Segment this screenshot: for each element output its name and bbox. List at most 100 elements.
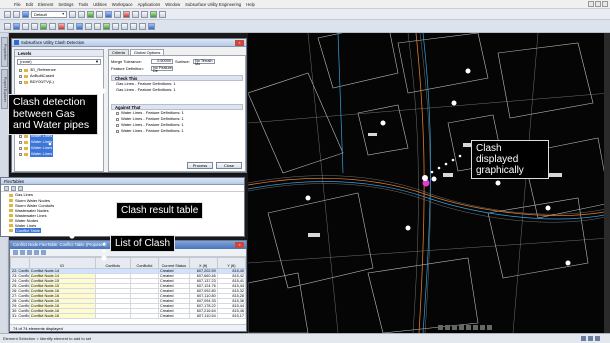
terrain-icon[interactable] [76, 22, 83, 30]
menu-file[interactable]: File [14, 2, 21, 7]
col-header[interactable]: X (ft) [188, 257, 218, 269]
menu-help[interactable]: Help [246, 2, 255, 7]
menu-settings[interactable]: Settings [58, 2, 73, 7]
delete-icon[interactable] [18, 185, 23, 191]
row-number-cell[interactable]: 28: Conflict [10, 298, 30, 304]
color-icon[interactable] [105, 10, 112, 18]
row-number-cell[interactable]: 30: Conflict [10, 308, 30, 314]
arc-icon[interactable] [22, 22, 29, 30]
line-icon[interactable] [13, 22, 20, 30]
filter-icon[interactable] [20, 250, 25, 255]
merge-tolerance-input[interactable]: 0.50000 [151, 59, 173, 64]
view-3d-icon[interactable] [148, 22, 155, 30]
fence-icon[interactable] [132, 10, 139, 18]
col-header[interactable]: Current Status [158, 257, 190, 269]
checkbox[interactable] [116, 111, 119, 115]
y-cell[interactable]: 815,17 [216, 313, 247, 319]
rotate-icon[interactable] [139, 22, 146, 30]
close-icon[interactable] [602, 1, 608, 7]
model-dropdown[interactable]: Default ▼ [31, 10, 67, 18]
lock-icon[interactable] [581, 336, 586, 341]
col-header[interactable]: Y (ft) [216, 257, 247, 269]
maximize-icon[interactable] [595, 1, 601, 7]
col-header[interactable]: Conflicts [94, 257, 131, 269]
text-icon[interactable] [31, 22, 38, 30]
zoom-in-icon[interactable] [112, 22, 119, 30]
menu-applications[interactable]: Applications [138, 2, 161, 7]
clash-icon[interactable] [58, 22, 65, 30]
level-icon[interactable] [87, 10, 94, 18]
close-icon[interactable]: × [235, 40, 244, 46]
menu-element[interactable]: Element [38, 2, 53, 7]
measure-icon[interactable] [159, 10, 166, 18]
redo-icon[interactable] [78, 10, 85, 18]
checkbox[interactable] [116, 129, 119, 133]
flextable-icon[interactable] [85, 22, 92, 30]
undo-icon[interactable] [69, 10, 76, 18]
surface-select[interactable]: No Terrain Mo [193, 59, 215, 66]
profile-icon[interactable] [67, 22, 74, 30]
tree-item[interactable]: Water Lines [15, 151, 103, 157]
snap-icon[interactable] [141, 10, 148, 18]
menu-tools[interactable]: Tools [78, 2, 88, 7]
close-icon[interactable]: × [235, 242, 244, 248]
flextable-item[interactable]: Conflict Table [1, 228, 244, 233]
minimize-icon[interactable] [588, 1, 594, 7]
message-icon[interactable] [595, 336, 600, 341]
cad-viewport[interactable] [248, 33, 610, 333]
report-icon[interactable] [94, 22, 101, 30]
export-icon[interactable] [34, 250, 39, 255]
dialog-titlebar[interactable]: Subsurface Utility Clash Detection × [12, 39, 246, 47]
pipe-icon[interactable] [40, 22, 47, 30]
menu-sue[interactable]: Subsurface Utility Engineering [185, 2, 241, 7]
flextables-title[interactable]: FlexTables [1, 178, 244, 185]
col-header[interactable]: ConflictId [129, 257, 160, 269]
open-icon[interactable] [11, 185, 16, 191]
col-header[interactable] [10, 257, 30, 269]
row-number-cell[interactable]: 25: Conflict [10, 283, 30, 289]
against-that-item[interactable]: Water Lines - Feature Definitions: 1 [111, 128, 243, 134]
model-icon[interactable] [588, 336, 593, 341]
open-file-icon[interactable] [13, 10, 20, 18]
sort-icon[interactable] [27, 250, 32, 255]
row-number-cell[interactable]: 27: Conflict [10, 293, 30, 299]
node-icon[interactable] [49, 22, 56, 30]
table-row[interactable]: 31: ConflictConflict Node-16 Created607,1… [10, 313, 247, 319]
row-number-cell[interactable]: 23: Conflict [10, 273, 30, 279]
copy-icon[interactable] [41, 250, 46, 255]
tab-properties[interactable]: Properties [1, 37, 8, 67]
menu-workspace[interactable]: Workspace [112, 2, 133, 7]
new-icon[interactable] [4, 185, 9, 191]
menu-edit[interactable]: Edit [26, 2, 33, 7]
levels-filter-select[interactable]: (none) ▼ [17, 59, 101, 65]
checkbox[interactable] [116, 123, 119, 127]
tab-project-explorer[interactable]: Project Explorer [1, 69, 8, 109]
conflict-name-cell[interactable]: Conflict Node-16 [28, 313, 96, 319]
zoom-out-icon[interactable] [121, 22, 128, 30]
validate-icon[interactable] [103, 22, 110, 30]
status-cell[interactable]: Created [158, 313, 190, 319]
process-button[interactable]: Process [187, 162, 213, 169]
attributes-icon[interactable] [96, 10, 103, 18]
checkbox[interactable] [116, 117, 119, 121]
conflict-id-cell[interactable] [129, 313, 160, 319]
select-icon[interactable] [4, 22, 11, 30]
close-button[interactable]: Close [216, 162, 242, 169]
conflicts-cell[interactable] [94, 313, 131, 319]
col-header[interactable]: ID [28, 257, 96, 269]
row-number-cell[interactable]: 29: Conflict [10, 303, 30, 309]
weight-icon[interactable] [114, 10, 121, 18]
row-number-cell[interactable]: 26: Conflict [10, 288, 30, 294]
feature-definition-select[interactable]: No Feature De [151, 66, 173, 73]
new-file-icon[interactable] [4, 10, 11, 18]
fit-view-icon[interactable] [130, 22, 137, 30]
row-number-cell[interactable]: 24: Conflict [10, 278, 30, 284]
row-number-cell[interactable]: 22: Conflict [10, 268, 30, 274]
row-number-cell[interactable]: 31: Conflict [10, 313, 30, 319]
menu-utilities[interactable]: Utilities [93, 2, 107, 7]
menu-window[interactable]: Window [165, 2, 180, 7]
save-icon[interactable] [22, 10, 29, 18]
style-icon[interactable] [123, 10, 130, 18]
zoom-to-icon[interactable] [13, 250, 18, 255]
accudraw-icon[interactable] [150, 10, 157, 18]
